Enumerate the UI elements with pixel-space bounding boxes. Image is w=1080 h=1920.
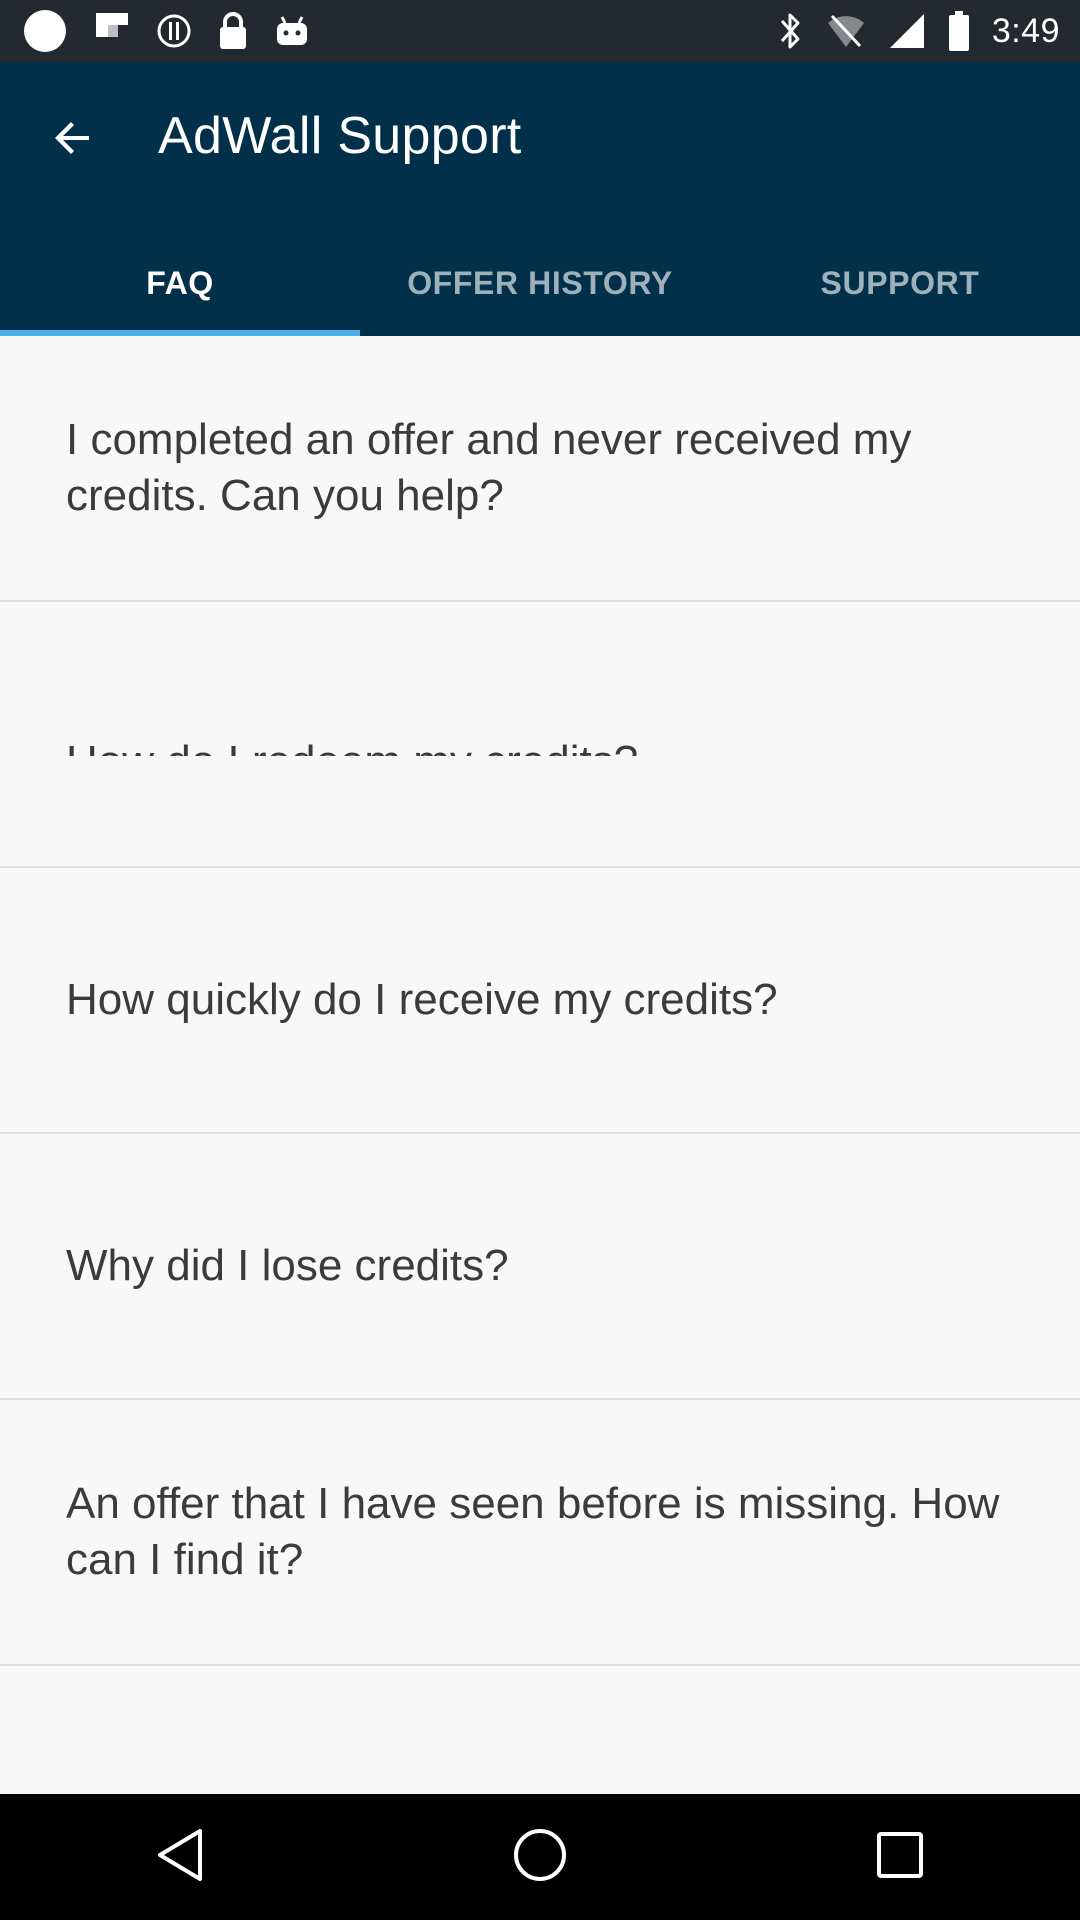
app-bar: AdWall Support FAQ OFFER HISTORY SUPPORT [0,62,1080,336]
battery-icon [948,11,970,51]
nav-recents-button[interactable] [840,1797,960,1917]
tab-offer-history-label: OFFER HISTORY [407,264,673,301]
navigation-bar [0,1794,1080,1920]
page-title: AdWall Support [158,107,522,165]
status-bar-left-icons [22,10,310,52]
faq-item[interactable]: An offer that I have seen before is miss… [0,1400,1080,1666]
faq-question: I completed an offer and never received … [66,415,912,520]
tab-faq[interactable]: FAQ [0,230,360,336]
faq-item[interactable]: Why did I lose credits? [0,1134,1080,1400]
signal-icon [888,12,926,50]
android-icon [274,13,310,49]
nav-back-button[interactable] [120,1797,240,1917]
lock-icon [218,11,248,51]
status-bar-right-icons: 3:49 [778,8,1060,54]
arrow-left-icon [49,114,97,167]
notification-dot-icon [22,8,68,54]
wifi-off-icon [826,13,866,49]
faq-question: How do I redeem my credits? [66,734,638,756]
faq-item[interactable]: How quickly do I receive my credits? [0,868,1080,1134]
faq-item[interactable]: I completed an offer and never received … [0,336,1080,602]
tab-offer-history[interactable]: OFFER HISTORY [360,230,720,336]
back-triangle-icon [154,1827,206,1888]
tab-faq-label: FAQ [146,264,214,301]
nav-home-button[interactable] [480,1797,600,1917]
faq-item[interactable]: How do I complete an offer? [0,1666,1080,1794]
flipboard-icon [94,11,130,51]
status-bar: 3:49 [0,0,1080,62]
tab-bar: FAQ OFFER HISTORY SUPPORT [0,230,1080,336]
faq-item[interactable]: How do I redeem my credits? [0,602,1080,868]
alert-circle-icon [156,13,192,49]
recents-square-icon [875,1830,925,1885]
faq-question: How do I complete an offer? [66,1784,616,1794]
status-time: 3:49 [991,11,1060,50]
tab-support[interactable]: SUPPORT [720,230,1080,336]
tab-support-label: SUPPORT [820,264,980,301]
faq-question: Why did I lose credits? [66,1241,509,1290]
home-circle-icon [512,1827,568,1888]
faq-question: How quickly do I receive my credits? [66,975,778,1024]
faq-question: An offer that I have seen before is miss… [66,1479,1000,1584]
bluetooth-icon [778,11,804,51]
faq-list: I completed an offer and never received … [0,336,1080,1794]
back-button[interactable] [40,107,106,173]
faq-question-clipped: How do I redeem my credits? [66,734,638,756]
